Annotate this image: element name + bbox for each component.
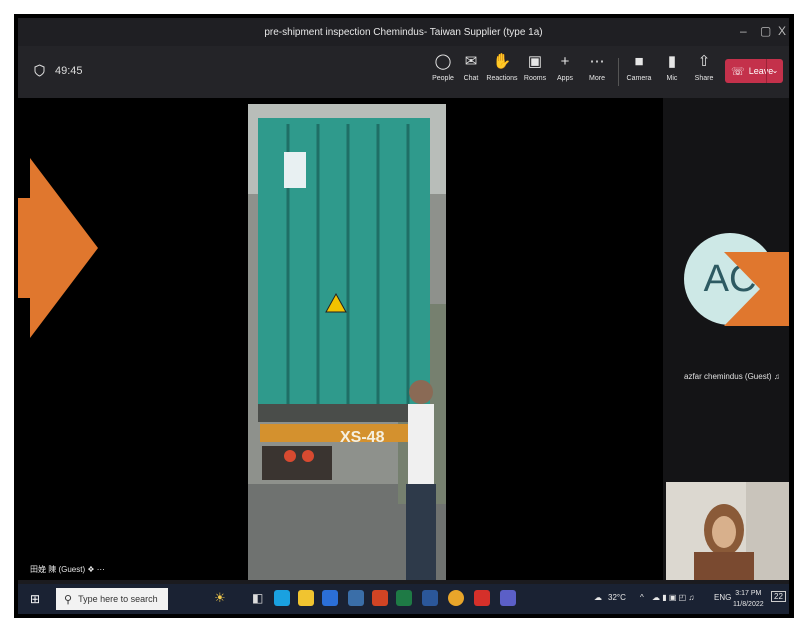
more-label: More bbox=[589, 75, 605, 82]
leave-button[interactable]: ☏ Leave ⌄ bbox=[725, 59, 783, 83]
rooms-icon: ▣ bbox=[527, 53, 543, 70]
excel-icon[interactable] bbox=[396, 590, 412, 606]
mic-button[interactable]: ▮ Mic bbox=[655, 52, 689, 82]
word-icon[interactable] bbox=[422, 590, 438, 606]
camera-button[interactable]: ■ Camera bbox=[622, 52, 656, 82]
task-view-icon[interactable]: ◧ bbox=[252, 591, 263, 605]
windows-taskbar: ⊞ ⚲ Type here to search ☀ ◧ ☁ 32°C ^ ☁ ▮… bbox=[18, 584, 789, 614]
tray-chevron-icon[interactable]: ^ bbox=[640, 593, 644, 602]
taskbar-search-box[interactable]: ⚲ Type here to search bbox=[56, 588, 168, 610]
tray-icons[interactable]: ☁ ▮ ▣ ◰ ♫ bbox=[652, 593, 694, 602]
chat-label: Chat bbox=[463, 75, 479, 82]
share-label: Share bbox=[694, 75, 714, 82]
language-indicator[interactable]: ENG bbox=[714, 593, 731, 602]
meeting-toolbar: 49:45 ◯ People ✉ Chat ✋ Reactions ▣ Room… bbox=[18, 46, 789, 98]
window-title: pre-shipment inspection Chemindus- Taiwa… bbox=[264, 27, 543, 38]
search-icon: ⚲ bbox=[64, 593, 73, 606]
rooms-label: Rooms bbox=[523, 75, 547, 82]
clock-date: 11/8/2022 bbox=[733, 601, 764, 608]
weather-temp[interactable]: 32°C bbox=[608, 593, 626, 602]
mic-muted-icon: ♫ bbox=[773, 372, 780, 381]
guest-label: 田娩 陳 (Guest) ❖ ⋯ bbox=[30, 564, 105, 575]
container-code: XS-48 bbox=[340, 429, 385, 446]
edge-icon[interactable] bbox=[274, 590, 290, 606]
cortana-widget-icon[interactable]: ☀ bbox=[214, 590, 226, 606]
teams-icon[interactable] bbox=[500, 590, 516, 606]
acrobat-icon[interactable] bbox=[474, 590, 490, 606]
right-orange-arrow-icon bbox=[724, 252, 789, 326]
title-bar: pre-shipment inspection Chemindus- Taiwa… bbox=[18, 18, 789, 46]
phone-hangup-icon: ☏ bbox=[731, 65, 745, 78]
toolbar-separator bbox=[618, 58, 619, 86]
store-icon[interactable] bbox=[322, 590, 338, 606]
reactions-icon: ✋ bbox=[492, 53, 512, 70]
share-button[interactable]: ⇧ Share bbox=[687, 52, 721, 82]
participant-name-text: azfar chemindus (Guest) bbox=[684, 372, 772, 381]
self-view-image bbox=[666, 482, 789, 580]
teams-window: pre-shipment inspection Chemindus- Taiwa… bbox=[18, 18, 789, 614]
apps-icon: + bbox=[560, 53, 570, 70]
timer-text: 49:45 bbox=[55, 64, 83, 77]
guest-name: 田娩 陳 (Guest) bbox=[30, 565, 86, 574]
chat-button[interactable]: ✉ Chat bbox=[454, 52, 488, 82]
leave-dropdown-icon[interactable]: ⌄ bbox=[766, 59, 783, 83]
taskbar-clock[interactable]: 3:17 PM 11/8/2022 bbox=[733, 588, 764, 610]
camera-label: Camera bbox=[626, 75, 652, 82]
participant-name: azfar chemindus (Guest) ♫ bbox=[684, 372, 789, 381]
left-orange-arrow-icon bbox=[18, 158, 98, 338]
mic-icon: ▮ bbox=[667, 53, 677, 70]
rooms-button[interactable]: ▣ Rooms bbox=[518, 52, 552, 82]
minimize-button[interactable]: – bbox=[740, 24, 747, 38]
outlook-icon[interactable] bbox=[348, 590, 364, 606]
close-button[interactable]: X bbox=[778, 24, 786, 38]
pin-icon[interactable]: ❖ bbox=[87, 565, 94, 574]
search-placeholder: Type here to search bbox=[78, 594, 158, 604]
reactions-label: Reactions bbox=[486, 75, 518, 82]
weather-icon[interactable]: ☁ bbox=[594, 593, 602, 602]
apps-button[interactable]: + Apps bbox=[548, 52, 582, 82]
chrome-icon[interactable] bbox=[448, 590, 464, 606]
clock-time: 3:17 PM bbox=[735, 590, 762, 597]
guest-more-icon[interactable]: ⋯ bbox=[97, 565, 105, 574]
maximize-button[interactable]: ▢ bbox=[760, 24, 771, 38]
chat-icon: ✉ bbox=[464, 53, 478, 70]
shield-icon bbox=[34, 64, 45, 77]
apps-label: Apps bbox=[557, 75, 573, 82]
mic-label: Mic bbox=[666, 75, 678, 82]
camera-icon: ■ bbox=[634, 53, 644, 70]
meeting-timer: 49:45 bbox=[34, 64, 83, 77]
reactions-button[interactable]: ✋ Reactions bbox=[485, 52, 519, 82]
windows-start-icon[interactable]: ⊞ bbox=[30, 592, 40, 606]
more-icon: ⋯ bbox=[589, 53, 605, 70]
share-icon: ⇧ bbox=[697, 53, 711, 70]
notification-center-icon[interactable]: 22 bbox=[771, 591, 786, 602]
container-video-image: XS-48 bbox=[248, 104, 446, 580]
shared-video-feed: XS-48 bbox=[248, 104, 446, 580]
file-explorer-icon[interactable] bbox=[298, 590, 314, 606]
self-view-video bbox=[666, 482, 789, 580]
powerpoint-icon[interactable] bbox=[372, 590, 388, 606]
more-button[interactable]: ⋯ More bbox=[580, 52, 614, 82]
